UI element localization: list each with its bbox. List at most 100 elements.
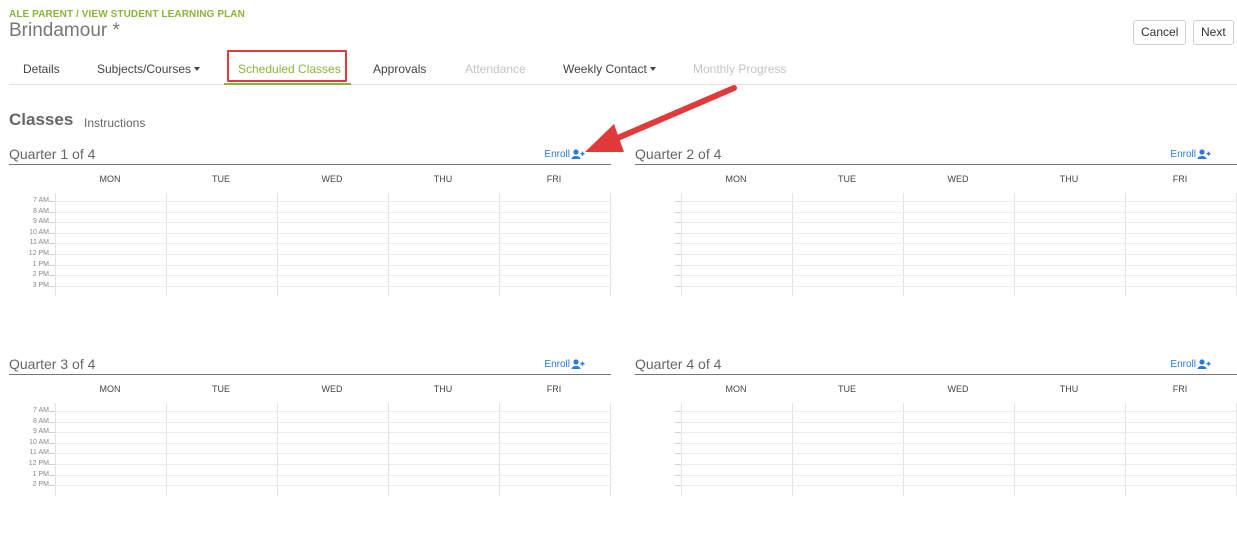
time-label: 1 PM [32, 470, 49, 478]
time-label: 8 AM [33, 417, 49, 425]
grid-column-line [903, 193, 904, 297]
time-label: 2 PM [32, 481, 49, 489]
time-column [635, 193, 675, 296]
quarter-title: Quarter 2 of 4 [635, 146, 722, 162]
weekday-header: MON TUE WED THU FRI [635, 165, 1237, 193]
add-user-icon [1197, 359, 1211, 369]
grid-row-line [681, 453, 1237, 455]
grid-row-line [55, 211, 611, 213]
tab-attendance[interactable]: Attendance [465, 62, 526, 76]
weekday-label: MON [99, 174, 121, 184]
grid-column-line [55, 193, 56, 297]
time-label: 10 AM [29, 438, 49, 446]
grid-row-line [681, 485, 1237, 487]
grid-row-line [681, 222, 1237, 224]
quarter-header: Quarter 2 of 4 Enroll [635, 146, 1237, 165]
add-user-icon [571, 359, 585, 369]
grid-column-line [166, 193, 167, 297]
schedule-grid[interactable] [681, 403, 1237, 496]
schedule-grid[interactable] [681, 193, 1237, 297]
grid-column-line [55, 403, 56, 496]
tab-label: Details [23, 62, 60, 76]
grid-row-line [55, 411, 611, 412]
section-title: Classes [9, 110, 74, 129]
next-button[interactable]: Next [1193, 20, 1234, 45]
tab-details[interactable]: Details [23, 62, 60, 76]
instructions-link[interactable]: Instructions [84, 116, 145, 130]
weekday-label: TUE [212, 384, 230, 394]
weekday-label: WED [947, 174, 969, 184]
weekday-header: MON TUE WED THU FRI [9, 165, 611, 193]
time-label: 1 PM [32, 260, 49, 268]
schedule-grid[interactable] [55, 403, 611, 496]
page-title: Brindamour * [9, 20, 120, 41]
time-label: 12 PM [28, 460, 49, 467]
grid-column-line [1014, 193, 1015, 297]
quarter-title: Quarter 3 of 4 [9, 356, 96, 372]
grid-row-line [55, 421, 611, 423]
grid-row-line [55, 442, 611, 444]
time-label: 9 AM [33, 428, 49, 436]
grid-row-line [681, 275, 1237, 277]
grid-row-line [681, 432, 1237, 434]
add-user-icon [1197, 149, 1211, 159]
grid-column-line [903, 403, 904, 496]
weekday-label: FRI [1172, 174, 1188, 184]
time-label: 2 PM [32, 271, 49, 279]
weekday-label: FRI [546, 384, 562, 394]
enroll-label: Enroll [1170, 149, 1196, 160]
time-column: 7 AM 8 AM 9 AM 10 AM 11 AM 12 PM 1 PM 2 PM 3 PM [9, 193, 49, 296]
grid-column-line [681, 193, 682, 297]
cancel-button[interactable]: Cancel [1133, 20, 1187, 45]
grid-column-line [166, 403, 167, 496]
grid-column-line [1014, 403, 1015, 496]
grid-row-line [681, 411, 1237, 412]
tab-monthly-progress[interactable]: Monthly Progress [693, 62, 786, 76]
grid-row-line [681, 243, 1237, 245]
tab-approvals[interactable]: Approvals [373, 62, 426, 76]
grid-row-line [55, 453, 611, 455]
grid-row-line [55, 474, 611, 476]
quarter-header: Quarter 1 of 4 Enroll [9, 146, 611, 165]
weekday-label: MON [725, 384, 747, 394]
tab-bar: Details Subjects/Courses Scheduled Class… [9, 62, 1237, 85]
time-label: 10 AM [29, 228, 49, 236]
quarter-panel: Quarter 1 of 4 Enroll MON TUE WED THU FRI 7 AM 8… [9, 146, 611, 297]
tab-label: Subjects/Courses [97, 62, 192, 76]
grid-column-line [792, 193, 793, 297]
tab-subjects-courses[interactable]: Subjects/Courses [97, 62, 201, 76]
grid-row-line [681, 421, 1237, 423]
time-label: 8 AM [33, 207, 49, 215]
weekday-label: THU [433, 174, 453, 184]
grid-row-line [55, 432, 611, 434]
grid-column-line [792, 403, 793, 496]
weekday-label: MON [725, 174, 747, 184]
schedule-grid[interactable] [55, 193, 611, 297]
enroll-button[interactable]: Enroll [1170, 359, 1211, 370]
time-column [635, 403, 675, 496]
grid-column-line [277, 403, 278, 496]
time-label: 11 AM [29, 449, 49, 457]
time-label: 7 AM [33, 407, 49, 414]
caret-down-icon [194, 67, 201, 71]
grid-row-line [55, 275, 611, 277]
add-user-icon [571, 149, 585, 159]
tab-label: Weekly Contact [563, 62, 647, 76]
enroll-button[interactable]: Enroll [1170, 149, 1211, 160]
enroll-label: Enroll [1170, 359, 1196, 370]
grid-row-line [681, 232, 1237, 234]
grid-row-line [55, 264, 611, 266]
time-column: 7 AM 8 AM 9 AM 10 AM 11 AM 12 PM 1 PM 2 PM [9, 403, 49, 496]
grid-row-line [681, 264, 1237, 266]
tab-weekly-contact[interactable]: Weekly Contact [563, 62, 656, 76]
grid-column-line [1125, 403, 1126, 496]
enroll-button[interactable]: Enroll [544, 359, 585, 370]
active-tab-underline [224, 83, 351, 85]
grid-column-line [681, 403, 682, 496]
grid-row-line [681, 442, 1237, 444]
quarter-title: Quarter 4 of 4 [635, 356, 722, 372]
weekday-label: TUE [838, 384, 856, 394]
grid-column-line [388, 193, 389, 297]
grid-column-line [277, 193, 278, 297]
enroll-button[interactable]: Enroll [544, 149, 585, 160]
